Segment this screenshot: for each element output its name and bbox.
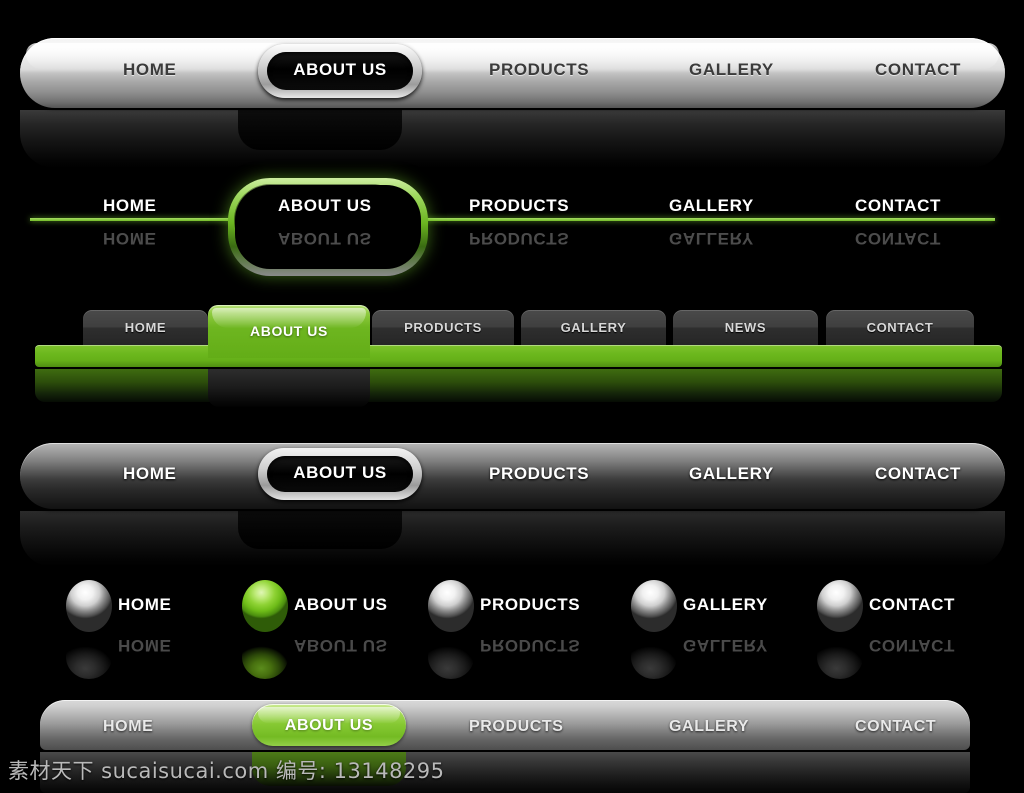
bar3-tab-gallery-label: GALLERY xyxy=(560,320,627,335)
bar6-item-about-us-label: ABOUT US xyxy=(284,717,374,734)
nav-bar-orbs: HOME ABOUT US PRODUCTS GALLERY CONTACT H… xyxy=(0,575,1024,679)
bar5-reflection-home: HOME xyxy=(118,636,172,655)
bar3-tab-home[interactable]: HOME xyxy=(83,310,208,345)
bar5-item-contact[interactable]: CONTACT xyxy=(869,595,955,615)
bar4-item-gallery[interactable]: GALLERY xyxy=(689,464,774,484)
bar2-reflection-products: PRODUCTS xyxy=(469,229,570,248)
bar5-item-products[interactable]: PRODUCTS xyxy=(480,595,580,615)
bar1-item-contact[interactable]: CONTACT xyxy=(875,60,961,80)
bar2-reflection-contact: CONTACT xyxy=(855,229,942,248)
nav-bar-silver-pill: HOME PRODUCTS GALLERY CONTACT ABOUT US xyxy=(20,38,1005,108)
bar3-tab-gallery[interactable]: GALLERY xyxy=(521,310,666,345)
orb-reflection-home xyxy=(66,635,112,679)
silver-orb-icon-products[interactable] xyxy=(428,580,474,632)
bar1-item-about-us[interactable]: ABOUT US xyxy=(258,44,422,98)
bar4-item-products[interactable]: PRODUCTS xyxy=(489,464,589,484)
bar4-active-reflection xyxy=(238,511,402,549)
bar1-reflection xyxy=(20,110,1005,168)
nav-bar-dark-pill: HOME PRODUCTS GALLERY CONTACT ABOUT US xyxy=(20,443,1005,509)
bar1-active-reflection xyxy=(238,110,402,150)
bar4-item-about-us-label: ABOUT US xyxy=(293,463,387,482)
bar3-tab-about-us[interactable]: ABOUT US xyxy=(208,305,370,358)
bar6-item-about-us[interactable]: ABOUT US xyxy=(252,704,406,746)
bar2-item-contact[interactable]: CONTACT xyxy=(855,196,941,216)
navigation-template-sheet: HOME PRODUCTS GALLERY CONTACT ABOUT US H… xyxy=(0,0,1024,793)
bar3-tab-news[interactable]: NEWS xyxy=(673,310,818,345)
bar3-tab-home-label: HOME xyxy=(124,320,167,335)
orb-reflection-gallery xyxy=(631,635,677,679)
bar2-green-line xyxy=(30,218,995,221)
bar6-item-gallery[interactable]: GALLERY xyxy=(669,718,749,736)
bar5-item-gallery[interactable]: GALLERY xyxy=(683,595,768,615)
bar3-tab-products-label: PRODUCTS xyxy=(404,320,482,335)
bar3-tab-contact-label: CONTACT xyxy=(866,320,934,335)
bar2-item-products[interactable]: PRODUCTS xyxy=(469,196,569,216)
bar4-item-home[interactable]: HOME xyxy=(123,464,176,484)
nav-bar-green-glow: HOME ABOUT US PRODUCTS GALLERY CONTACT H… xyxy=(0,170,1024,275)
bar1-item-home[interactable]: HOME xyxy=(123,60,176,80)
bar5-item-home[interactable]: HOME xyxy=(118,595,171,615)
bar3-tab-about-us-label: ABOUT US xyxy=(250,323,328,339)
bar3-tab-contact[interactable]: CONTACT xyxy=(826,310,974,345)
bar1-item-gallery[interactable]: GALLERY xyxy=(689,60,774,80)
bar6-item-contact[interactable]: CONTACT xyxy=(855,718,936,736)
nav-bar-silver-green-button: HOME PRODUCTS GALLERY CONTACT ABOUT US xyxy=(40,700,970,756)
bar2-reflection-gallery: GALLERY xyxy=(669,229,754,248)
bar3-tab-products[interactable]: PRODUCTS xyxy=(372,310,514,345)
bar3-active-tab-reflection xyxy=(208,369,370,407)
bar6-item-home[interactable]: HOME xyxy=(103,718,153,736)
silver-orb-icon-gallery[interactable] xyxy=(631,580,677,632)
bar2-item-about-us-label: ABOUT US xyxy=(278,196,372,215)
bar1-item-products[interactable]: PRODUCTS xyxy=(489,60,589,80)
silver-orb-icon-contact[interactable] xyxy=(817,580,863,632)
bar6-item-products[interactable]: PRODUCTS xyxy=(469,718,564,736)
orb-reflection-products xyxy=(428,635,474,679)
bar5-reflection-gallery: GALLERY xyxy=(683,636,768,655)
bar5-reflection-products: PRODUCTS xyxy=(480,636,581,655)
silver-orb-icon-home[interactable] xyxy=(66,580,112,632)
green-orb-icon-about-us[interactable] xyxy=(242,580,288,632)
bar4-item-contact[interactable]: CONTACT xyxy=(875,464,961,484)
bar4-reflection xyxy=(20,511,1005,567)
bar5-reflection-about-us: ABOUT US xyxy=(294,636,388,655)
bar3-bar-reflection xyxy=(35,369,1002,402)
orb-reflection-contact xyxy=(817,635,863,679)
bar6-surface: HOME PRODUCTS GALLERY CONTACT ABOUT US xyxy=(40,700,970,750)
bar4-item-about-us[interactable]: ABOUT US xyxy=(258,448,422,500)
bar1-item-about-us-label: ABOUT US xyxy=(293,60,387,79)
bar3-tab-news-label: NEWS xyxy=(724,320,767,335)
bar2-reflection-about-us: ABOUT US xyxy=(278,229,372,248)
watermark-text: 素材天下 sucaisucai.com 编号: 13148295 xyxy=(8,759,445,783)
bar4-surface: HOME PRODUCTS GALLERY CONTACT ABOUT US xyxy=(20,443,1005,509)
bar1-surface: HOME PRODUCTS GALLERY CONTACT ABOUT US xyxy=(20,38,1005,108)
bar2-item-home[interactable]: HOME xyxy=(103,196,156,216)
bar2-reflection-home: HOME xyxy=(103,229,157,248)
nav-bar-green-tabs: HOME PRODUCTS GALLERY NEWS CONTACT ABOUT… xyxy=(0,305,1024,415)
bar2-item-gallery[interactable]: GALLERY xyxy=(669,196,754,216)
bar5-reflection-contact: CONTACT xyxy=(869,636,956,655)
orb-reflection-about-us xyxy=(242,635,288,679)
bar3-green-bar xyxy=(35,345,1002,367)
bar5-item-about-us[interactable]: ABOUT US xyxy=(294,595,388,615)
